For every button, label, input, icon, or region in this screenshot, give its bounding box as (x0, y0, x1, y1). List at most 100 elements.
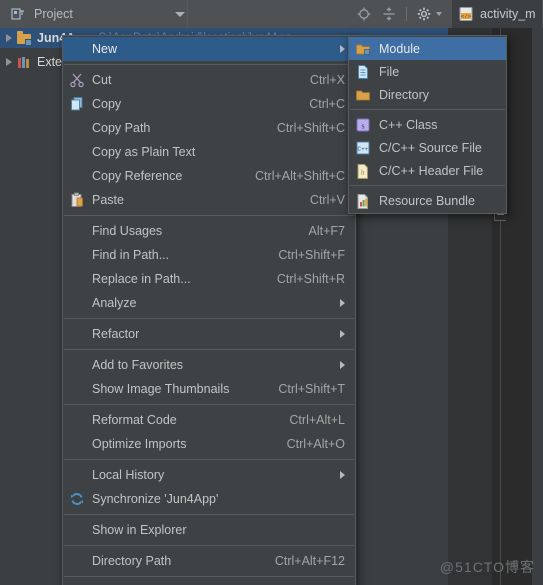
xml-layout-file-icon: </> (458, 6, 474, 22)
menu-item-reformat-code[interactable]: Reformat Code Ctrl+Alt+L (63, 408, 355, 432)
chevron-right-icon (340, 471, 345, 479)
menu-item-label: Analyze (92, 296, 137, 310)
submenu-separator (350, 185, 505, 186)
new-submenu: Module File Directory s C++ Class C++ C/… (348, 35, 507, 214)
submenu-item-module[interactable]: Module (349, 37, 506, 60)
menu-item-accelerator: Ctrl+Shift+C (276, 121, 345, 135)
menu-item-copy-as-plain-text[interactable]: Copy as Plain Text (63, 140, 355, 164)
expand-arrow-icon[interactable] (6, 34, 12, 42)
menu-separator (64, 514, 354, 515)
submenu-item-file[interactable]: File (349, 60, 506, 83)
menu-item-accelerator: Ctrl+Alt+F12 (274, 554, 345, 568)
resource-bundle-icon (355, 193, 371, 209)
submenu-item-cpp-class[interactable]: s C++ Class (349, 113, 506, 136)
menu-item-accelerator: Ctrl+X (309, 73, 345, 87)
module-folder-icon (16, 30, 32, 46)
menu-item-copy[interactable]: Copy Ctrl+C (63, 92, 355, 116)
submenu-item-label: Module (379, 41, 420, 56)
project-panel-header[interactable]: Project (0, 0, 188, 28)
menu-item-compare-with[interactable]: Compare With... Ctrl+D (63, 580, 355, 585)
menu-item-paste[interactable]: Paste Ctrl+V (63, 188, 355, 212)
menu-item-accelerator: Ctrl+Shift+F (278, 248, 345, 262)
submenu-item-cpp-header-file[interactable]: h C/C++ Header File (349, 159, 506, 182)
menu-item-directory-path[interactable]: Directory Path Ctrl+Alt+F12 (63, 549, 355, 573)
svg-text:C++: C++ (357, 146, 368, 153)
menu-item-find-in-path[interactable]: Find in Path... Ctrl+Shift+F (63, 243, 355, 267)
file-icon (355, 64, 371, 80)
menu-item-label: Copy Reference (92, 169, 183, 183)
menu-separator (64, 349, 354, 350)
menu-item-accelerator: Ctrl+Shift+R (276, 272, 345, 286)
svg-text:s: s (361, 121, 364, 130)
menu-item-find-usages[interactable]: Find Usages Alt+F7 (63, 219, 355, 243)
menu-item-label: Synchronize 'Jun4App' (92, 492, 219, 506)
submenu-item-label: C/C++ Header File (379, 163, 484, 178)
svg-text:</>: </> (461, 13, 471, 20)
gear-icon[interactable] (416, 6, 432, 22)
chevron-down-icon[interactable] (175, 12, 185, 17)
menu-item-show-in-explorer[interactable]: Show in Explorer (63, 518, 355, 542)
menu-item-local-history[interactable]: Local History (63, 463, 355, 487)
submenu-item-label: C/C++ Source File (379, 140, 482, 155)
project-structure-icon (10, 6, 26, 22)
menu-item-copy-reference[interactable]: Copy Reference Ctrl+Alt+Shift+C (63, 164, 355, 188)
submenu-item-directory[interactable]: Directory (349, 83, 506, 106)
editor-file-tab[interactable]: </> activity_m (452, 0, 542, 28)
chevron-right-icon (340, 330, 345, 338)
menu-item-label: Find in Path... (92, 248, 170, 262)
menu-item-cut[interactable]: Cut Ctrl+X (63, 68, 355, 92)
submenu-item-cpp-source-file[interactable]: C++ C/C++ Source File (349, 136, 506, 159)
menu-separator (64, 459, 354, 460)
menu-item-accelerator: Ctrl+Alt+O (286, 437, 345, 451)
chevron-right-icon (340, 45, 345, 53)
expand-arrow-icon[interactable] (6, 58, 12, 66)
menu-separator (64, 576, 354, 577)
menu-item-label: Find Usages (92, 224, 163, 238)
menu-item-label: Reformat Code (92, 413, 177, 427)
submenu-item-label: Directory (379, 87, 430, 102)
submenu-item-resource-bundle[interactable]: Resource Bundle (349, 189, 506, 212)
menu-item-new[interactable]: New (63, 37, 355, 61)
menu-item-label: Replace in Path... (92, 272, 191, 286)
ide-window: 7 8 9 10 11 12 13 14 } Jun4App S:\AppDat… (0, 0, 543, 585)
synchronize-icon (69, 491, 85, 507)
menu-item-add-to-favorites[interactable]: Add to Favorites (63, 353, 355, 377)
submenu-item-label: Resource Bundle (379, 193, 475, 208)
directory-icon (355, 87, 371, 103)
module-icon (355, 41, 371, 57)
context-menu: New Cut Ctrl+X Copy Ctrl+C Copy Path Ctr… (62, 35, 356, 585)
menu-item-accelerator: Alt+F7 (308, 224, 345, 238)
menu-separator (64, 318, 354, 319)
menu-item-label: Copy as Plain Text (92, 145, 196, 159)
locate-icon[interactable] (356, 6, 372, 22)
gear-dropdown-caret-icon[interactable] (436, 12, 442, 16)
menu-item-label: Local History (92, 468, 165, 482)
menu-item-synchronize[interactable]: Synchronize 'Jun4App' (63, 487, 355, 511)
menu-item-optimize-imports[interactable]: Optimize Imports Ctrl+Alt+O (63, 432, 355, 456)
menu-item-show-image-thumbnails[interactable]: Show Image Thumbnails Ctrl+Shift+T (63, 377, 355, 401)
scissors-icon (69, 72, 85, 88)
submenu-separator (350, 109, 505, 110)
project-panel-title: Project (34, 7, 73, 21)
cpp-class-icon: s (355, 117, 371, 133)
menu-item-label: Show in Explorer (92, 523, 187, 537)
watermark: @51CTO博客 (439, 559, 535, 575)
menu-item-replace-in-path[interactable]: Replace in Path... Ctrl+Shift+R (63, 267, 355, 291)
cpp-header-icon: h (355, 163, 371, 179)
menu-separator (64, 215, 354, 216)
menu-item-analyze[interactable]: Analyze (63, 291, 355, 315)
menu-item-refactor[interactable]: Refactor (63, 322, 355, 346)
menu-item-label: Directory Path (92, 554, 172, 568)
chevron-right-icon (340, 299, 345, 307)
editor-scrollbar[interactable] (532, 28, 543, 585)
menu-item-accelerator: Ctrl+C (309, 97, 345, 111)
editor-file-tab-label: activity_m (480, 7, 536, 21)
menu-item-accelerator: Ctrl+Alt+L (289, 413, 345, 427)
menu-item-accelerator: Ctrl+Shift+T (278, 382, 345, 396)
collapse-all-icon[interactable] (381, 6, 397, 22)
menu-item-label: Add to Favorites (92, 358, 184, 372)
submenu-item-label: File (379, 64, 400, 79)
svg-text:h: h (361, 168, 365, 176)
menu-item-copy-path[interactable]: Copy Path Ctrl+Shift+C (63, 116, 355, 140)
menu-item-label: Optimize Imports (92, 437, 187, 451)
